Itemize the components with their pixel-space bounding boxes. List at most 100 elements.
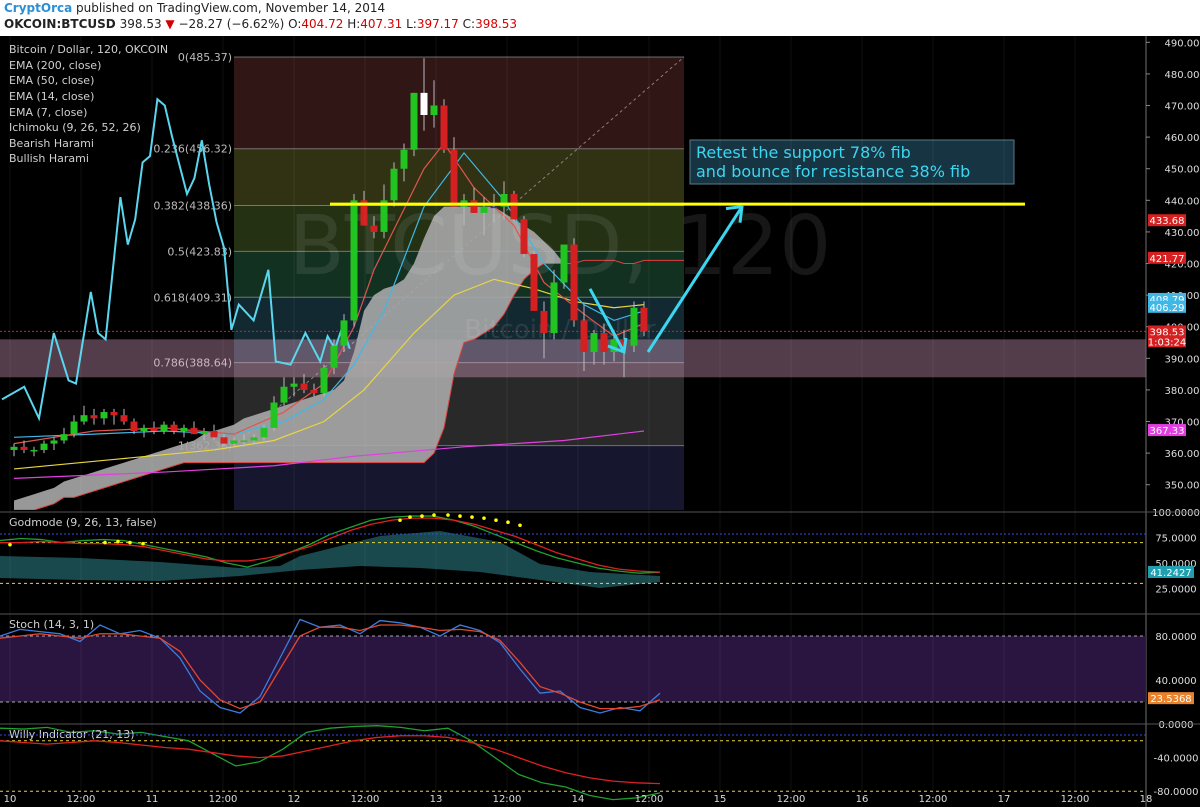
candle — [530, 250, 538, 311]
pane-y-label: 40.0000 — [1155, 676, 1196, 687]
candle — [80, 405, 88, 425]
price-axis[interactable]: 350.00360.00370.00380.00390.00400.00410.… — [1145, 36, 1200, 807]
fib-label: 0.618(409.31) — [153, 291, 232, 304]
publish-header: CryptOrca published on TradingView.com, … — [0, 0, 1200, 36]
signal-dot — [458, 514, 462, 518]
signal-dot — [116, 539, 120, 544]
annotation-line-1: Retest the support 78% fib — [696, 143, 911, 162]
author-link[interactable]: CryptOrca — [4, 1, 72, 15]
x-tick-label: 13 — [430, 794, 443, 805]
legend-study[interactable]: EMA (200, close) — [9, 59, 101, 72]
candle — [10, 443, 18, 457]
fib-label: 0.382(438.36) — [153, 200, 232, 213]
x-tick-label: 12:00 — [919, 794, 948, 805]
candle-body — [600, 333, 608, 352]
candle-body — [570, 244, 578, 321]
legend-study[interactable]: Ichimoku (9, 26, 52, 26) — [9, 121, 141, 134]
pane-y-label: 0.0000 — [1159, 720, 1194, 731]
candle-body — [230, 440, 238, 444]
price-pane[interactable]: 0(485.37) 0.236(456.32) 0.382(438.36) 0.5(4… — [0, 51, 1146, 510]
publisher-line: CryptOrca published on TradingView.com, … — [4, 1, 385, 15]
candle — [170, 421, 178, 435]
x-tick-label: 10 — [4, 794, 17, 805]
published-text: published on TradingView.com, November 1… — [76, 1, 386, 15]
candle — [190, 421, 198, 435]
godmode-pane[interactable]: Godmode (9, 26, 13, false) 100.0000 75.000… — [0, 508, 1200, 596]
candle-body — [70, 421, 78, 435]
candle — [440, 99, 448, 153]
candle — [180, 424, 188, 438]
open-value: 404.72 — [301, 17, 344, 31]
candle-body — [10, 446, 18, 450]
annotation-line-2: and bounce for resistance 38% fib — [696, 162, 970, 181]
y-tick-label: 440.00 — [1165, 196, 1200, 207]
candle-body — [520, 219, 528, 255]
y-tick-label: 480.00 — [1165, 70, 1200, 81]
signal-dot — [494, 518, 498, 522]
x-tick-label: 11 — [146, 794, 159, 805]
stoch-pane[interactable]: Stoch (14, 3, 1)80.000040.000023.5368 — [0, 618, 1197, 714]
legend-study[interactable]: EMA (14, close) — [9, 90, 94, 103]
candle — [390, 162, 398, 207]
candle — [570, 238, 578, 327]
x-tick-label: 17 — [998, 794, 1011, 805]
candle — [630, 301, 638, 352]
close-label: C: — [462, 17, 476, 31]
x-tick-label: 12:00 — [1061, 794, 1090, 805]
annotation-box[interactable]: Retest the support 78% fib and bounce fo… — [689, 139, 1015, 185]
candle-body — [20, 446, 28, 450]
candle-body — [530, 254, 538, 311]
high-value: 407.31 — [360, 17, 403, 31]
pane-last-label: 23.5368 — [1150, 694, 1191, 705]
candle — [120, 408, 128, 425]
willy-pane[interactable]: Willy Indicator (21, 13) 0.0000 -40.0000 -8… — [0, 720, 1198, 801]
y-tick-label: 430.00 — [1165, 228, 1200, 239]
x-tick-label: 12:00 — [777, 794, 806, 805]
legend-study[interactable]: Bullish Harami — [9, 152, 89, 165]
y-tick-label: 360.00 — [1165, 449, 1200, 460]
candle-body — [390, 168, 398, 201]
close-value: 398.53 — [475, 17, 518, 31]
x-tick-label: 12 — [288, 794, 301, 805]
y-tick-label: 460.00 — [1165, 133, 1200, 144]
y-tick-label: 380.00 — [1165, 386, 1200, 397]
candle-body — [240, 440, 248, 442]
x-tick-label: 12:00 — [209, 794, 238, 805]
candle-body — [40, 443, 48, 450]
pane-y-label: 75.0000 — [1155, 534, 1196, 545]
candle-body — [100, 412, 108, 419]
candle-body — [90, 415, 98, 419]
chart-canvas[interactable]: 0(485.37) 0.236(456.32) 0.382(438.36) 0.5(4… — [0, 36, 1200, 807]
symbol-name[interactable]: OKCOIN:BTCUSD — [4, 17, 116, 31]
legend-title: Bitcoin / Dollar, 120, OKCOIN — [9, 43, 168, 56]
candle — [40, 440, 48, 454]
candle-body — [480, 206, 488, 213]
candle-body — [320, 367, 328, 394]
candle-body — [60, 434, 68, 441]
last-price: 398.53 — [119, 17, 162, 31]
candle-body — [180, 427, 188, 431]
candle-body — [50, 440, 58, 444]
candle-body — [110, 412, 118, 416]
candle-body — [250, 437, 258, 441]
signal-dot — [432, 513, 436, 517]
candle — [410, 92, 418, 157]
signal-dot — [518, 523, 522, 528]
pane-title: Godmode (9, 26, 13, false) — [9, 516, 157, 529]
legend-study[interactable]: EMA (50, close) — [9, 74, 94, 87]
signal-dot — [398, 518, 402, 522]
legend-study[interactable]: EMA (7, close) — [9, 106, 87, 119]
open-label: O: — [288, 17, 302, 31]
signal-dot — [128, 540, 132, 545]
price-label: 1:03:24 — [1148, 337, 1187, 348]
candle-body — [350, 200, 358, 321]
high-label: H: — [347, 17, 361, 31]
candle-body — [190, 427, 198, 435]
candle-body — [590, 333, 598, 352]
candle-body — [400, 149, 408, 169]
signal-dot — [482, 516, 486, 520]
price-change: −28.27 (−6.62%) — [178, 17, 285, 31]
candle-body — [120, 415, 128, 422]
candle — [100, 408, 108, 425]
fib-band — [234, 148, 684, 206]
